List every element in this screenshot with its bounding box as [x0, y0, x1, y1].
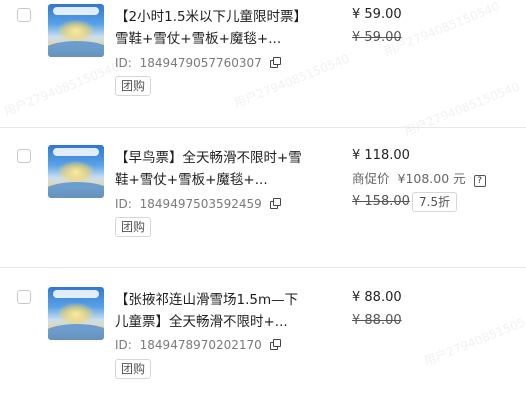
product-thumbnail	[48, 4, 104, 57]
original-price: ¥ 59.00	[352, 30, 402, 45]
promo-label: 商促价	[352, 171, 390, 186]
product-row: 【张掖祁连山滑雪场1.5m—下儿童票】全天畅滑不限时+... ID: 18494…	[0, 267, 526, 405]
price: ¥ 59.00	[352, 7, 402, 22]
product-id-line: ID: 1849479057760307	[115, 55, 282, 71]
product-id: 1849479057760307	[139, 56, 262, 70]
id-label: ID:	[115, 338, 132, 352]
row-checkbox[interactable]	[17, 149, 31, 163]
product-id: 1849478970202170	[139, 338, 262, 352]
promo-price-line: 商促价 ¥108.00 元 ?	[352, 170, 486, 188]
product-id-line: ID: 1849478970202170	[115, 337, 282, 353]
product-id-line: ID: 1849497503592459	[115, 196, 282, 212]
copy-icon[interactable]	[269, 339, 282, 351]
price: ¥ 118.00	[352, 148, 410, 163]
product-title[interactable]: 【张掖祁连山滑雪场1.5m—下儿童票】全天畅滑不限时+...	[115, 289, 307, 333]
product-row: 【2小时1.5米以下儿童限时票】雪鞋+雪仗+雪板+魔毯+... ID: 1849…	[0, 0, 526, 128]
copy-icon[interactable]	[269, 198, 282, 210]
group-buy-tag: 团购	[115, 76, 152, 96]
group-buy-tag: 团购	[115, 217, 152, 237]
help-icon[interactable]: ?	[473, 175, 486, 187]
discount-badge: 7.5折	[412, 192, 458, 212]
row-checkbox[interactable]	[17, 290, 31, 304]
group-buy-tag: 团购	[115, 359, 152, 379]
product-thumbnail	[48, 145, 104, 198]
id-label: ID:	[115, 56, 132, 70]
product-id: 1849497503592459	[139, 197, 262, 211]
id-label: ID:	[115, 197, 132, 211]
price: ¥ 88.00	[352, 290, 402, 305]
product-thumbnail	[48, 287, 104, 340]
product-title[interactable]: 【早鸟票】全天畅滑不限时+雪鞋+雪仗+雪板+魔毯+...	[115, 147, 307, 191]
copy-icon[interactable]	[269, 57, 282, 69]
original-price: ¥ 88.00	[352, 313, 402, 328]
promo-price: ¥108.00 元	[397, 171, 466, 186]
original-price: ¥ 158.00	[352, 194, 410, 209]
product-title[interactable]: 【2小时1.5米以下儿童限时票】雪鞋+雪仗+雪板+魔毯+...	[115, 6, 307, 50]
row-checkbox[interactable]	[17, 8, 31, 22]
product-list: 用户2794085150540 用户2794085150540 用户279408…	[0, 0, 526, 405]
product-row: 【早鸟票】全天畅滑不限时+雪鞋+雪仗+雪板+魔毯+... ID: 1849497…	[0, 127, 526, 268]
